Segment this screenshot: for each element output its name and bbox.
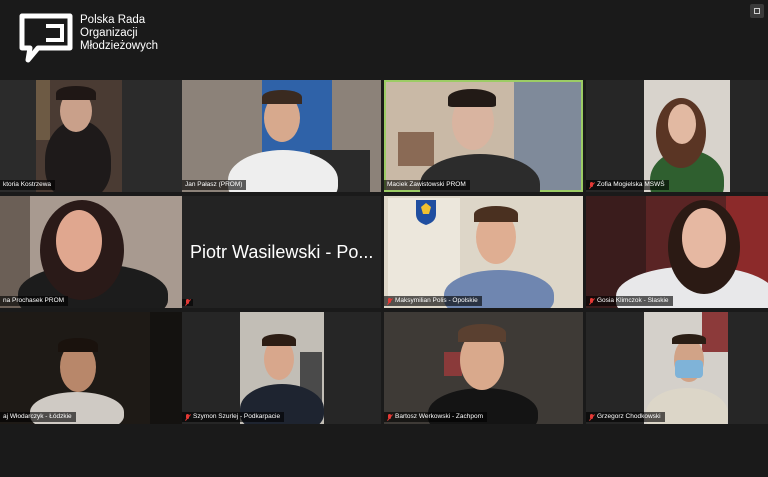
participant-name-tag: na Prochasek PROM [0, 296, 69, 306]
muted-mic-icon [387, 413, 392, 421]
participant-tile[interactable]: Bartosz Werkowski - Zachpom [384, 312, 583, 424]
participant-name-tag: Szymon Szurlej - Podkarpacie [182, 412, 285, 422]
participant-tile[interactable]: Maksymilian Polis - Opolskie [384, 196, 583, 308]
participant-tile-video-off[interactable]: Piotr Wasilewski - Po... [182, 196, 381, 308]
participant-tile[interactable]: Zofia Mogielska MSWŚ [586, 80, 768, 192]
grid-icon [754, 8, 760, 14]
muted-mic-icon [387, 297, 392, 305]
muted-mic-icon [589, 297, 594, 305]
organization-name: Polska Rada Organizacji Młodzieżowych [80, 14, 158, 53]
participant-name-tag: Jan Pałasz (PROM) [182, 180, 247, 190]
participant-name-tag: aj Włodarczyk - Łódzkie [0, 412, 76, 422]
participant-name-tag: Gosia Klimczok - Slaskie [586, 296, 673, 306]
participant-name-tag: ktoria Kostrzewa [0, 180, 56, 190]
footer-bar [0, 428, 768, 477]
participant-tile[interactable]: na Prochasek PROM [0, 196, 199, 308]
muted-mic-icon [185, 299, 190, 306]
coat-of-arms-icon [416, 200, 436, 225]
participant-name-tag [182, 299, 193, 306]
muted-mic-icon [589, 413, 594, 421]
prom-logo-icon [19, 13, 73, 63]
participant-name-tag: Maciek Zawistowski PROM [384, 180, 470, 190]
participant-name-tag: Grzegorz Chodkowski [586, 412, 665, 422]
participants-grid: ktoria Kostrzewa Jan Pałasz (PROM) Macie… [0, 80, 768, 426]
participant-tile[interactable]: Grzegorz Chodkowski [586, 312, 768, 424]
org-name-line-3: Młodzieżowych [80, 40, 158, 52]
org-name-line-1: Polska Rada [80, 14, 146, 26]
participant-tile[interactable]: Szymon Szurlej - Podkarpacie [182, 312, 381, 424]
participant-tile-active-speaker[interactable]: Maciek Zawistowski PROM [384, 80, 583, 192]
gallery-view-button[interactable] [750, 4, 764, 18]
participant-tile[interactable]: Gosia Klimczok - Slaskie [586, 196, 768, 308]
participant-name-tag: Maksymilian Polis - Opolskie [384, 296, 482, 306]
participant-tile[interactable]: ktoria Kostrzewa [0, 80, 199, 192]
participant-display-name: Piotr Wasilewski - Po... [190, 242, 374, 262]
header-bar: Polska Rada Organizacji Młodzieżowych [0, 0, 768, 78]
muted-mic-icon [589, 181, 594, 189]
muted-mic-icon [185, 413, 190, 421]
participant-name-tag: Bartosz Werkowski - Zachpom [384, 412, 488, 422]
participant-name-tag: Zofia Mogielska MSWŚ [586, 180, 669, 190]
participant-tile[interactable]: Jan Pałasz (PROM) [182, 80, 381, 192]
participant-tile[interactable]: aj Włodarczyk - Łódzkie [0, 312, 199, 424]
org-name-line-2: Organizacji [80, 27, 138, 39]
